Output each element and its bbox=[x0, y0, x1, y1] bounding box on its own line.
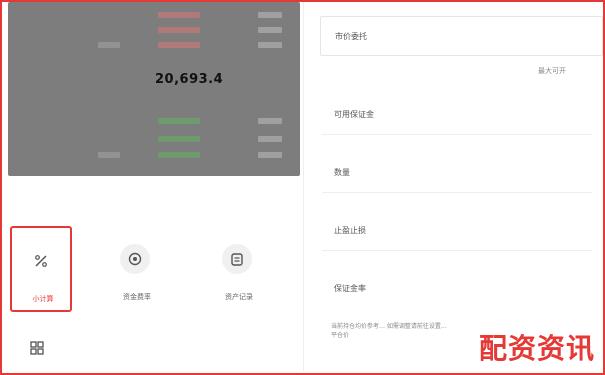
bid-price-cell bbox=[158, 152, 200, 158]
margin-rate-label: 保证金率 bbox=[334, 284, 366, 293]
bid-price-cell bbox=[158, 118, 200, 124]
margin-description: 当前持仓均价参考… 如需调整请前往设置… 平仓价 bbox=[331, 323, 447, 339]
ask-price-cell bbox=[158, 42, 200, 48]
available-margin-label: 可用保证金 bbox=[334, 110, 374, 119]
margin-rate-row[interactable]: 保证金率 bbox=[322, 266, 592, 308]
order-type-label: 市价委托 bbox=[335, 32, 367, 41]
record-icon bbox=[222, 244, 252, 274]
max-open-hint: 最大可开 bbox=[538, 67, 566, 75]
quantity-label: 数量 bbox=[334, 168, 350, 177]
panel-divider bbox=[303, 2, 304, 371]
ask-price-cell bbox=[158, 12, 200, 18]
tp-sl-row[interactable]: 止盈止损 bbox=[322, 208, 592, 251]
quantity-row[interactable]: 数量 bbox=[322, 150, 592, 193]
watermark-logo: 配资资讯 bbox=[478, 332, 595, 365]
grid-icon[interactable] bbox=[27, 338, 47, 358]
percent-icon bbox=[26, 246, 56, 276]
order-book: 20,693.4 bbox=[8, 2, 300, 176]
ask-size-cell bbox=[258, 42, 282, 48]
last-price: 20,693.4 bbox=[155, 72, 224, 87]
ask-size-cell bbox=[258, 27, 282, 33]
shortcut-asset-records[interactable]: 资产记录 bbox=[208, 226, 270, 312]
shortcut-calculator[interactable]: 小计算 bbox=[10, 226, 72, 312]
bid-size-cell bbox=[258, 136, 282, 142]
depth-cell bbox=[98, 42, 120, 48]
shortcut-funding-rate-label: 资金费率 bbox=[123, 293, 151, 301]
ask-size-cell bbox=[258, 12, 282, 18]
shortcut-funding-rate[interactable]: 资金费率 bbox=[106, 226, 168, 312]
order-type-field[interactable]: 市价委托 bbox=[320, 16, 603, 56]
gear-icon bbox=[120, 244, 150, 274]
available-margin-row[interactable]: 可用保证金 bbox=[322, 92, 592, 135]
tp-sl-label: 止盈止损 bbox=[334, 226, 366, 235]
shortcut-calculator-label: 小计算 bbox=[32, 295, 54, 303]
bid-price-cell bbox=[158, 136, 200, 142]
ask-price-cell bbox=[158, 27, 200, 33]
depth-cell bbox=[98, 152, 120, 158]
bid-size-cell bbox=[258, 118, 282, 124]
bid-size-cell bbox=[258, 152, 282, 158]
shortcut-asset-records-label: 资产记录 bbox=[225, 293, 253, 301]
